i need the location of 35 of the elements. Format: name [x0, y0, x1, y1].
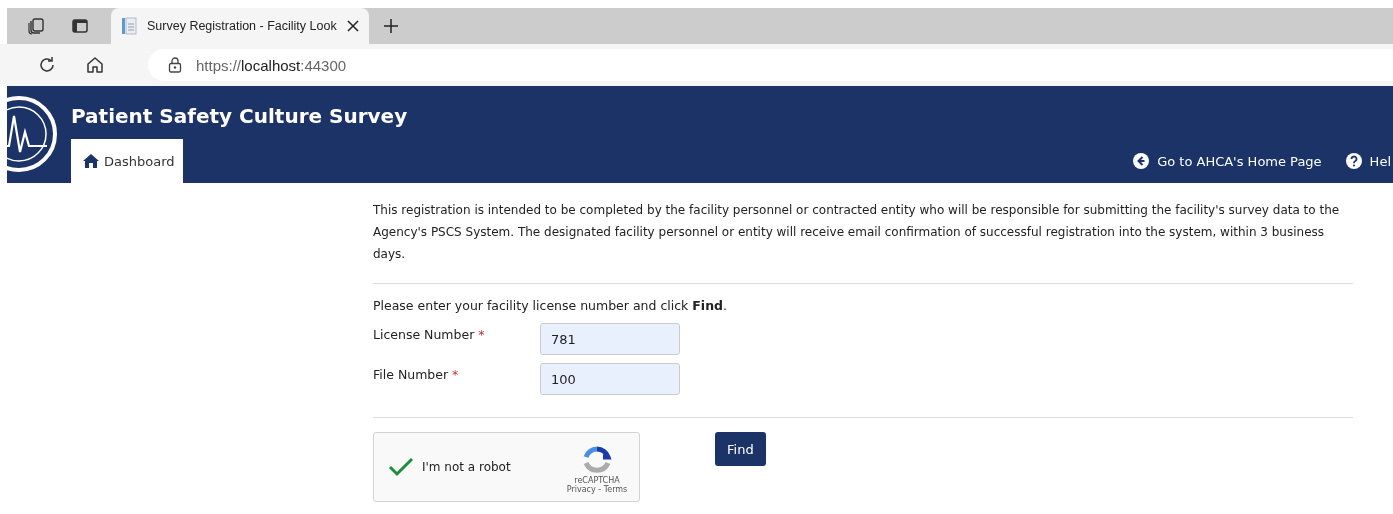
input-field[interactable]: 100 [540, 363, 680, 395]
checkmark-icon [388, 457, 414, 477]
field-label: File Number [373, 367, 449, 382]
required-mark: * [452, 367, 459, 382]
refresh-icon[interactable] [38, 56, 56, 74]
url-port: :44300 [300, 56, 347, 74]
captcha-logo-icon [582, 446, 612, 476]
heartbeat-seal-icon [7, 94, 57, 174]
intro-paragraph: This registration is intended to be completed by the facility personnel or contracted entity who will be responsible for submitting the facility's survey data to the Agency's PSCS System. The designated facility personnel or entity will receive email confirmation of successful registration into the system, within 3 business days. [373, 202, 1341, 263]
required-mark: * [478, 327, 485, 342]
url-host: localhost [241, 56, 301, 74]
tab-title: Survey Registration - Facility Look [147, 19, 337, 33]
url-scheme: https:// [196, 56, 242, 74]
find-button[interactable]: Find [715, 432, 766, 466]
nav-tab[interactable]: Dashboard [71, 139, 183, 183]
document-icon [121, 17, 137, 35]
address-field[interactable]: https://localhost:44300 [148, 49, 1393, 81]
captcha-brand: reCAPTCHA [574, 476, 620, 485]
browser-tab[interactable]: Survey Registration - Facility Look [111, 8, 369, 44]
help-icon [1345, 153, 1362, 169]
tab-actions-icon[interactable] [71, 17, 89, 35]
close-icon[interactable] [347, 20, 359, 32]
captcha-links[interactable]: Privacy - Terms [566, 485, 628, 494]
header-link[interactable]: Hel [1345, 153, 1391, 169]
header-link[interactable]: Go to AHCA's Home Page [1133, 153, 1322, 169]
field-label: License Number [373, 327, 475, 342]
home-icon[interactable] [86, 56, 104, 74]
captcha-label: I'm not a robot [422, 460, 512, 474]
home-icon [83, 154, 99, 168]
site-title: Patient Safety Culture Survey [71, 104, 409, 130]
lock-icon [168, 57, 182, 73]
instruction-text: Please enter your facility license number and click Find. [373, 298, 728, 313]
new-tab-icon[interactable] [383, 18, 399, 34]
input-field[interactable]: 781 [540, 323, 680, 355]
workspaces-icon[interactable] [27, 17, 45, 35]
